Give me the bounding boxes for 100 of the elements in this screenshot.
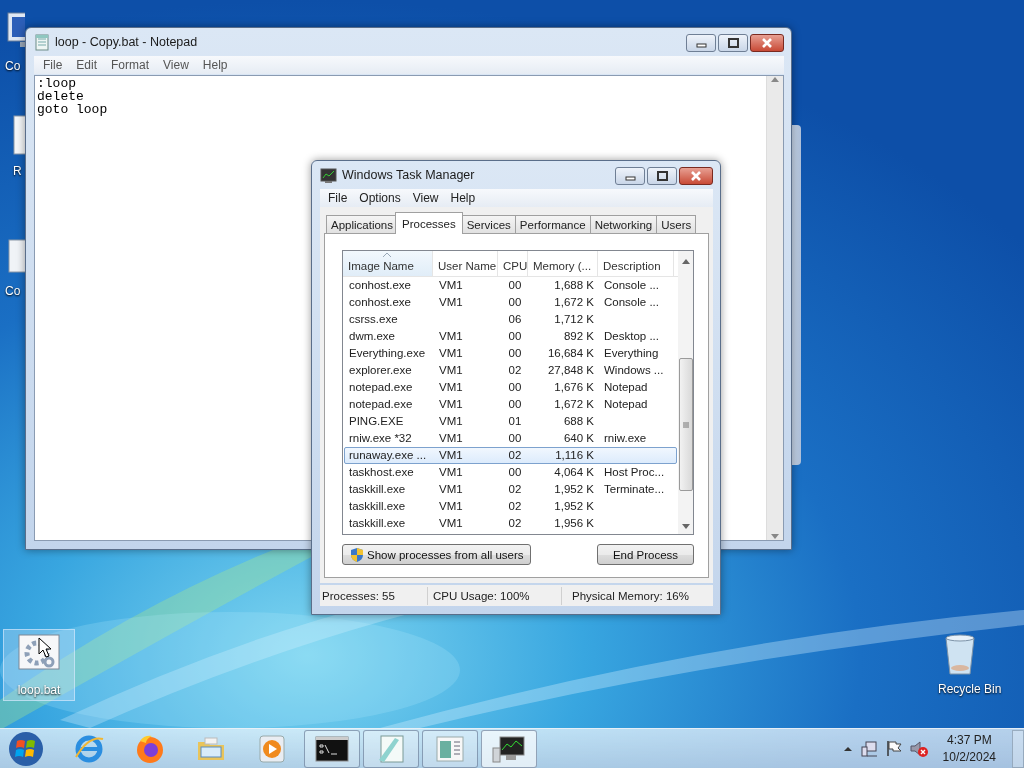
minimize-button[interactable] — [615, 167, 645, 185]
table-cell-text: 4,064 K — [553, 465, 595, 480]
taskbar-button[interactable] — [481, 729, 537, 768]
menu-item[interactable]: Help — [444, 191, 482, 205]
table-row[interactable]: conhost.exe VM1 00 1,688 K Console ... — [344, 277, 677, 294]
table-cell-text: VM1 — [438, 448, 464, 463]
table-row[interactable]: csrss.exe 06 1,712 K — [344, 311, 677, 328]
start-orb-icon — [8, 730, 44, 767]
grip-icon — [682, 421, 690, 428]
menu-item[interactable]: View — [406, 191, 445, 205]
action-button[interactable]: Show processes from all users — [342, 544, 531, 565]
table-row[interactable]: taskhost.exe VM1 00 4,064 K Host Proc... — [344, 464, 677, 481]
play-icon — [256, 732, 288, 765]
table-row[interactable]: PING.EXE VM1 01 688 K — [344, 413, 677, 430]
table-cell-text: 00 — [507, 278, 523, 293]
table-cell-text: 00 — [507, 295, 523, 310]
scroll-thumb[interactable] — [679, 358, 693, 491]
menu-item[interactable]: Edit — [69, 58, 105, 72]
flag-icon[interactable] — [885, 740, 902, 757]
desktop-item[interactable]: Recycle Bin — [937, 628, 1013, 700]
table-row[interactable]: taskkill.exe VM1 02 1,952 K — [344, 498, 677, 515]
desktop-item[interactable]: Co — [4, 230, 24, 302]
table-cell-text: 00 — [507, 465, 523, 480]
table-cell-text: 16,684 K — [546, 346, 595, 361]
window-title: loop - Copy.bat - Notepad — [55, 35, 198, 49]
window-title: Windows Task Manager — [342, 168, 475, 182]
tray-arrow-icon[interactable] — [842, 744, 853, 753]
table-cell-text: Everything.exe — [348, 346, 427, 361]
network-icon[interactable] — [860, 740, 878, 757]
table-row[interactable]: dwm.exe VM1 00 892 K Desktop ... — [344, 328, 677, 345]
table-cell-text: VM1 — [438, 431, 464, 446]
desktop-icon-label: Co — [5, 59, 21, 73]
table-cell-text: PING.EXE — [348, 414, 405, 429]
table-cell-text: 00 — [507, 397, 523, 412]
menu-item[interactable]: Options — [353, 191, 407, 205]
scroll-down-icon[interactable] — [770, 533, 780, 540]
scroll-up-icon[interactable] — [680, 258, 691, 265]
maximize-button[interactable] — [647, 167, 677, 185]
column-header[interactable]: User Name — [433, 251, 498, 276]
table-row[interactable]: conhost.exe VM1 00 1,672 K Console ... — [344, 294, 677, 311]
table-row[interactable]: Everything.exe VM1 00 16,684 K Everything — [344, 345, 677, 362]
process-list[interactable] — [342, 250, 694, 535]
table-cell-text: notepad.exe — [348, 397, 414, 412]
menu-item[interactable]: File — [322, 191, 354, 205]
tab[interactable]: Processes — [395, 212, 463, 234]
maximize-icon — [727, 38, 739, 48]
table-cell-text: Notepad — [603, 380, 649, 395]
scroll-up-icon[interactable] — [770, 76, 780, 83]
column-label: Image Name — [348, 260, 414, 272]
menu-item[interactable]: Format — [104, 58, 157, 72]
table-cell-text: conhost.exe — [348, 295, 412, 310]
desktop-icon-label: Recycle Bin — [938, 682, 1002, 696]
table-row[interactable]: rniw.exe *32 VM1 00 640 K rniw.exe — [344, 430, 677, 447]
scroll-down-icon[interactable] — [680, 523, 691, 530]
table-cell-text: 1,672 K — [553, 295, 595, 310]
table-row[interactable]: taskkill.exe VM1 02 1,952 K Terminate... — [344, 481, 677, 498]
clock[interactable]: 4:37 PM 10/2/2024 — [936, 731, 1002, 766]
table-cell-text: Host Proc... — [603, 465, 666, 480]
table-cell-text: Windows ... — [603, 363, 665, 378]
speaker-muted-icon[interactable] — [909, 740, 929, 757]
desktop-item[interactable]: R — [12, 110, 24, 182]
scrollbar[interactable] — [766, 76, 783, 540]
close-button[interactable] — [679, 167, 713, 185]
menu-item[interactable]: View — [156, 58, 196, 72]
close-button[interactable] — [750, 34, 784, 52]
table-cell-text: explorer.exe — [348, 363, 413, 378]
table-cell-text: 00 — [507, 346, 523, 361]
table-row[interactable]: notepad.exe VM1 00 1,676 K Notepad — [344, 379, 677, 396]
table-cell-text: 1,672 K — [553, 397, 595, 412]
table-cell-text: 688 K — [562, 414, 595, 429]
table-cell-text: 02 — [507, 499, 523, 514]
table-cell-text: csrss.exe — [348, 312, 399, 327]
taskbar-button[interactable] — [304, 729, 360, 768]
table-row[interactable]: explorer.exe VM1 02 27,848 K Windows ... — [344, 362, 677, 379]
close-icon — [690, 171, 702, 181]
table-cell-text: 1,116 K — [554, 448, 595, 463]
menu-item[interactable]: Help — [195, 58, 235, 72]
column-label: User Name — [438, 260, 497, 272]
menu-item[interactable]: File — [36, 58, 70, 72]
table-cell-text: taskkill.exe — [348, 499, 407, 514]
column-header[interactable]: Image Name — [343, 251, 433, 276]
table-row[interactable]: notepad.exe VM1 00 1,672 K Notepad — [344, 396, 677, 413]
table-row[interactable]: runaway.exe ... VM1 02 1,116 K — [344, 447, 677, 464]
table-cell-text: VM1 — [438, 278, 464, 293]
clock-time: 4:37 PM — [946, 731, 992, 749]
table-cell-text: Console ... — [603, 278, 660, 293]
table-row[interactable]: taskkill.exe VM1 02 1,956 K — [344, 515, 677, 532]
column-header[interactable]: CPU — [498, 251, 528, 276]
maximize-button[interactable] — [718, 34, 748, 52]
table-cell-text: 02 — [507, 448, 523, 463]
scrollbar[interactable] — [678, 251, 693, 534]
minimize-button[interactable] — [686, 34, 716, 52]
notepad-icon — [34, 33, 50, 51]
column-label: CPU — [503, 260, 528, 272]
column-header[interactable]: Description — [598, 251, 674, 276]
table-cell-text: 1,676 K — [553, 380, 595, 395]
action-button[interactable]: End Process — [597, 544, 694, 565]
table-cell-text: VM1 — [438, 482, 464, 497]
sort-icon — [383, 252, 391, 258]
column-header[interactable]: Memory (... — [528, 251, 598, 276]
